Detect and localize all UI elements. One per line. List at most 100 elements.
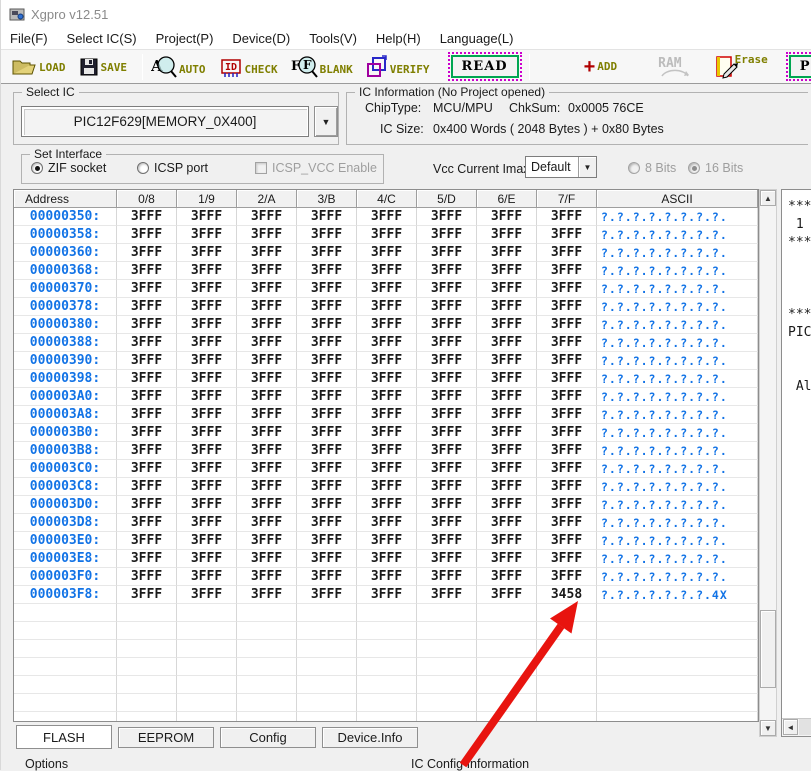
menu-item-device-d[interactable]: Device(D) — [232, 31, 290, 46]
select-ic-dropdown-button[interactable]: ▼ — [314, 106, 338, 137]
vcc-imax-select[interactable]: Default ▼ — [525, 156, 597, 178]
value-cell[interactable]: 3FFF — [417, 586, 477, 604]
value-cell[interactable]: 3FFF — [117, 352, 177, 370]
value-cell[interactable]: 3FFF — [477, 280, 537, 298]
value-cell[interactable]: 3FFF — [417, 514, 477, 532]
value-cell[interactable]: 3FFF — [177, 532, 237, 550]
ascii-cell[interactable]: ?.?.?.?.?.?.?.?. — [597, 388, 758, 406]
value-cell[interactable]: 3FFF — [117, 514, 177, 532]
value-cell[interactable]: 3FFF — [417, 550, 477, 568]
value-cell[interactable]: 3FFF — [237, 388, 297, 406]
value-cell[interactable]: 3FFF — [417, 568, 477, 586]
value-cell[interactable]: 3FFF — [237, 406, 297, 424]
ascii-cell[interactable]: ?.?.?.?.?.?.?.?. — [597, 550, 758, 568]
scroll-up-button[interactable]: ▲ — [760, 190, 776, 206]
value-cell[interactable]: 3FFF — [297, 388, 357, 406]
value-cell[interactable]: 3FFF — [477, 496, 537, 514]
value-cell[interactable]: 3FFF — [297, 352, 357, 370]
value-cell[interactable]: 3FFF — [537, 568, 597, 586]
value-cell[interactable]: 3FFF — [357, 208, 417, 226]
value-cell[interactable]: 3FFF — [297, 442, 357, 460]
value-cell[interactable]: 3FFF — [237, 298, 297, 316]
value-cell[interactable]: 3FFF — [417, 424, 477, 442]
value-cell[interactable]: 3FFF — [117, 478, 177, 496]
value-cell[interactable]: 3FFF — [117, 262, 177, 280]
value-cell[interactable]: 3FFF — [357, 226, 417, 244]
value-cell[interactable]: 3FFF — [417, 298, 477, 316]
value-cell[interactable]: 3FFF — [237, 208, 297, 226]
value-cell[interactable]: 3FFF — [357, 262, 417, 280]
value-cell[interactable]: 3FFF — [297, 316, 357, 334]
value-cell[interactable]: 3FFF — [417, 352, 477, 370]
icsp-vcc-checkbox[interactable]: ICSP_VCC Enable — [255, 161, 377, 175]
ram-button[interactable]: RAM — [658, 56, 681, 77]
value-cell[interactable]: 3FFF — [357, 532, 417, 550]
value-cell[interactable]: 3FFF — [237, 442, 297, 460]
vertical-scrollbar[interactable]: ▲ ▼ — [759, 189, 777, 737]
value-cell[interactable]: 3FFF — [117, 550, 177, 568]
ascii-cell[interactable]: ?.?.?.?.?.?.?.?. — [597, 298, 758, 316]
value-cell[interactable]: 3FFF — [117, 568, 177, 586]
value-cell[interactable]: 3FFF — [417, 262, 477, 280]
icsp-port-radio[interactable]: ICSP port — [137, 161, 208, 175]
add-button[interactable]: + ADD — [584, 58, 618, 76]
value-cell[interactable]: 3FFF — [417, 460, 477, 478]
ascii-cell[interactable]: ?.?.?.?.?.?.?.?. — [597, 424, 758, 442]
value-cell[interactable]: 3FFF — [237, 568, 297, 586]
value-cell[interactable]: 3FFF — [357, 442, 417, 460]
ascii-cell[interactable]: ?.?.?.?.?.?.?.?. — [597, 262, 758, 280]
value-cell[interactable]: 3FFF — [297, 226, 357, 244]
value-cell[interactable]: 3FFF — [297, 208, 357, 226]
value-cell[interactable]: 3FFF — [357, 298, 417, 316]
value-cell[interactable]: 3FFF — [357, 496, 417, 514]
value-cell[interactable]: 3FFF — [177, 208, 237, 226]
value-cell[interactable]: 3FFF — [477, 586, 537, 604]
ascii-cell[interactable]: ?.?.?.?.?.?.?.?. — [597, 532, 758, 550]
ascii-cell[interactable]: ?.?.?.?.?.?.?.?. — [597, 460, 758, 478]
tab-config[interactable]: Config — [220, 727, 316, 748]
value-cell[interactable]: 3FFF — [177, 442, 237, 460]
value-cell[interactable]: 3FFF — [417, 370, 477, 388]
bits16-radio[interactable]: 16 Bits — [688, 161, 743, 175]
value-cell[interactable]: 3FFF — [237, 514, 297, 532]
value-cell[interactable]: 3FFF — [237, 424, 297, 442]
value-cell[interactable]: 3FFF — [477, 352, 537, 370]
value-cell[interactable]: 3FFF — [177, 460, 237, 478]
value-cell[interactable]: 3FFF — [537, 424, 597, 442]
value-cell[interactable]: 3FFF — [477, 442, 537, 460]
value-cell[interactable]: 3FFF — [117, 532, 177, 550]
value-cell[interactable]: 3FFF — [177, 316, 237, 334]
value-cell[interactable]: 3FFF — [117, 244, 177, 262]
value-cell[interactable]: 3FFF — [117, 442, 177, 460]
check-button[interactable]: ID CHECK — [219, 55, 278, 79]
value-cell[interactable]: 3FFF — [117, 388, 177, 406]
value-cell[interactable]: 3FFF — [537, 442, 597, 460]
value-cell[interactable]: 3FFF — [537, 496, 597, 514]
scroll-left-button[interactable]: ◄ — [783, 719, 798, 735]
value-cell[interactable]: 3FFF — [357, 370, 417, 388]
value-cell[interactable]: 3FFF — [357, 460, 417, 478]
value-cell[interactable]: 3FFF — [537, 226, 597, 244]
auto-button[interactable]: A AUTO — [151, 55, 206, 79]
value-cell[interactable]: 3FFF — [417, 280, 477, 298]
save-button[interactable]: SAVE — [79, 57, 128, 77]
value-cell[interactable]: 3FFF — [117, 406, 177, 424]
value-cell[interactable]: 3FFF — [237, 352, 297, 370]
value-cell[interactable]: 3FFF — [477, 370, 537, 388]
value-cell[interactable]: 3FFF — [477, 298, 537, 316]
value-cell[interactable]: 3FFF — [477, 208, 537, 226]
value-cell[interactable]: 3FFF — [177, 514, 237, 532]
value-cell[interactable]: 3FFF — [477, 406, 537, 424]
value-cell[interactable]: 3FFF — [177, 586, 237, 604]
tab-eeprom[interactable]: EEPROM — [118, 727, 214, 748]
value-cell[interactable]: 3FFF — [417, 532, 477, 550]
value-cell[interactable]: 3FFF — [237, 478, 297, 496]
ascii-cell[interactable]: ?.?.?.?.?.?.?.?. — [597, 478, 758, 496]
value-cell[interactable]: 3FFF — [237, 226, 297, 244]
tab-device-info[interactable]: Device.Info — [322, 727, 418, 748]
ascii-cell[interactable]: ?.?.?.?.?.?.?.?. — [597, 514, 758, 532]
value-cell[interactable]: 3FFF — [237, 496, 297, 514]
ascii-cell[interactable]: ?.?.?.?.?.?.?.?. — [597, 244, 758, 262]
value-cell[interactable]: 3FFF — [177, 424, 237, 442]
value-cell[interactable]: 3FFF — [117, 496, 177, 514]
